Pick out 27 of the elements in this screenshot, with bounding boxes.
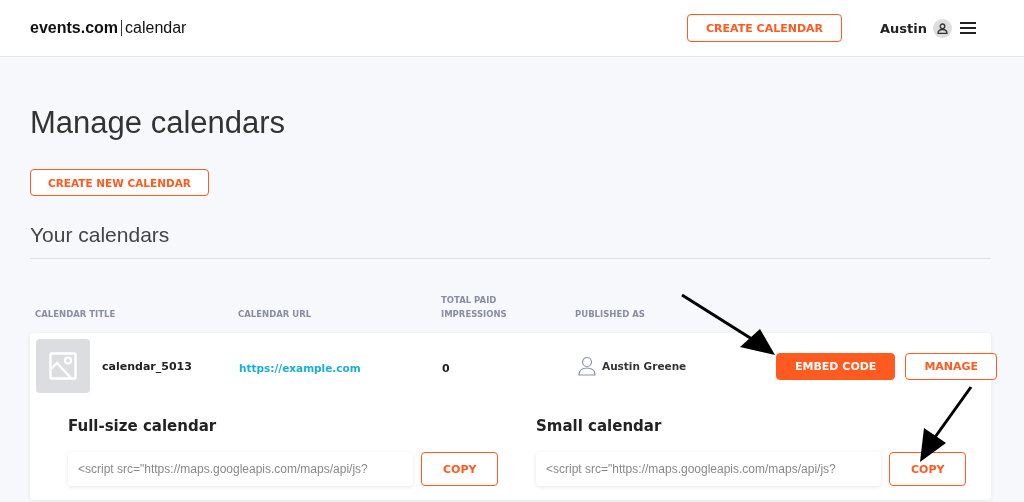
embed-code-field[interactable]: <script src="https://maps.googleapis.com/maps/api/js? [68,452,413,486]
avatar-icon[interactable] [933,18,952,38]
embed-code-button[interactable]: EMBED CODE [776,352,896,380]
create-new-calendar-button[interactable]: CREATE NEW CALENDAR [30,169,209,196]
embed-code-field[interactable]: <script src="https://maps.googleapis.com/maps/api/js? [536,452,881,486]
embed-heading: Full-size calendar [68,417,218,435]
column-header: CALENDAR TITLE [35,308,117,321]
calendar-url-link[interactable]: https://example.com [239,361,361,374]
logo-product: calendar [125,19,187,37]
manage-button[interactable]: MANAGE [905,352,998,380]
impressions-count: 0 [442,361,450,375]
calendar-title: calendar_5013 [102,359,192,373]
menu-icon[interactable] [960,22,976,34]
copy-button[interactable]: COPY [889,452,967,486]
embed-heading: Small calendar [536,417,663,435]
logo-brand: events.com [30,19,119,37]
publisher-name: Austin Greene [602,360,687,372]
section-title: Your calendars [30,223,991,259]
user-icon [578,356,596,376]
column-header: CALENDAR URL [238,308,313,321]
image-icon [49,352,77,380]
copy-button[interactable]: COPY [421,452,499,486]
page-title: Manage calendars [30,105,286,141]
column-header: TOTAL PAID IMPRESSIONS [441,294,508,321]
user-name: Austin [880,20,927,36]
column-header: PUBLISHED AS [575,308,646,321]
create-calendar-button[interactable]: CREATE CALENDAR [687,14,842,42]
